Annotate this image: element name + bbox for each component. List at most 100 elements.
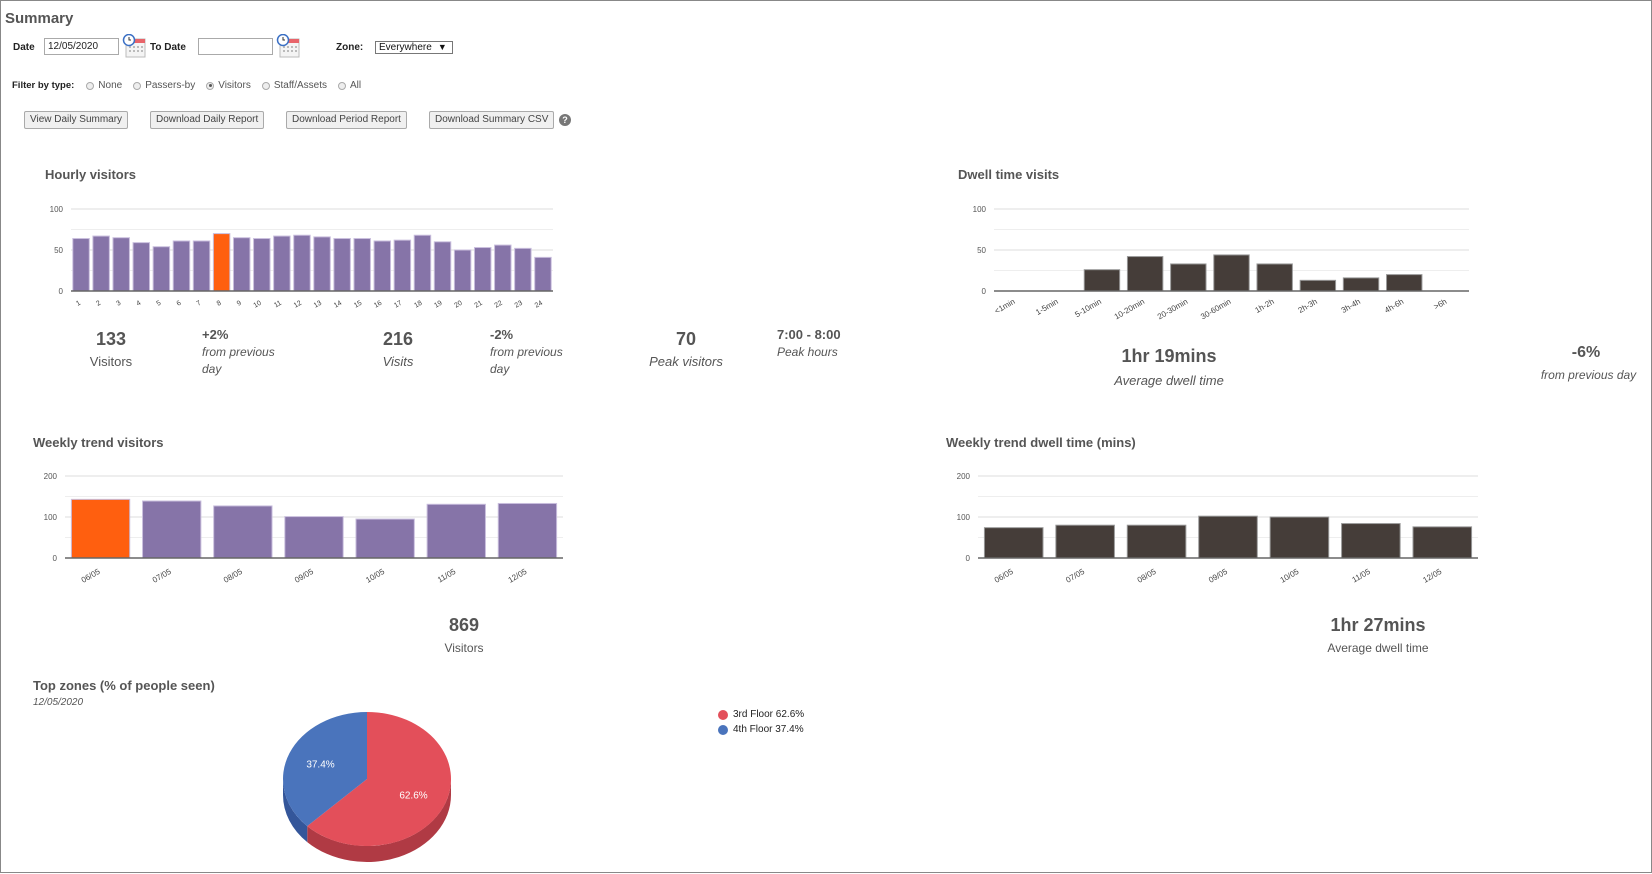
bar-14[interactable]	[333, 238, 351, 292]
weekly-visitors-total-label: Visitors	[444, 641, 484, 655]
legend-label: 3rd Floor 62.6%	[733, 709, 805, 720]
radio-none[interactable]: None	[86, 80, 122, 91]
bar-11[interactable]	[273, 235, 291, 292]
bar-10/05[interactable]	[1269, 516, 1330, 559]
radio-button-icon[interactable]	[338, 81, 347, 90]
peak-visitors-label: Peak visitors	[649, 354, 723, 369]
bar-07/05[interactable]	[1055, 524, 1115, 559]
bar-4[interactable]	[132, 242, 151, 292]
radio-button-selected-icon[interactable]	[206, 81, 215, 90]
calendar-icon[interactable]	[122, 34, 146, 58]
x-tick-label: 10	[253, 300, 263, 310]
bar-30-60min[interactable]	[1213, 254, 1250, 292]
bar-10[interactable]	[253, 238, 271, 292]
bar-4h-6h[interactable]	[1386, 274, 1423, 292]
zone-select-value: Everywhere	[379, 42, 432, 53]
bar-19[interactable]	[433, 241, 452, 292]
legend-item-4th-floor: 4th Floor 37.4%	[718, 722, 804, 737]
bar-7[interactable]	[192, 240, 211, 292]
bar-3h-4h[interactable]	[1342, 277, 1380, 292]
bar-09/05[interactable]	[284, 516, 344, 559]
bar-24[interactable]	[534, 256, 552, 292]
bar-1h-2h[interactable]	[1256, 263, 1293, 292]
x-tick-label: 12/05	[1421, 567, 1443, 585]
x-tick-label: 17	[393, 300, 403, 310]
bar-12[interactable]	[293, 234, 311, 292]
bar-18[interactable]	[413, 234, 432, 292]
x-tick-label: 3h-4h	[1340, 297, 1362, 315]
bar-20[interactable]	[453, 249, 472, 292]
bar-06/05[interactable]	[983, 527, 1044, 559]
bar-22[interactable]	[494, 244, 512, 292]
download-daily-report-button[interactable]: Download Daily Report	[150, 111, 265, 129]
y-tick-label: 0	[59, 287, 64, 296]
bar-8[interactable]	[212, 233, 231, 292]
bar-10-20min[interactable]	[1126, 256, 1164, 292]
bar-12/05[interactable]	[497, 502, 558, 559]
download-summary-csv-button[interactable]: Download Summary CSV	[429, 111, 555, 129]
y-tick-label: 0	[966, 554, 971, 563]
download-period-report-button[interactable]: Download Period Report	[286, 111, 407, 129]
to-date-input[interactable]	[198, 38, 273, 55]
date-input[interactable]	[44, 38, 119, 55]
bar-08/05[interactable]	[1126, 524, 1187, 559]
bar-5-10min[interactable]	[1083, 269, 1121, 292]
top-zones-pie-chart: 62.6% 37.4%	[283, 712, 451, 862]
radio-button-icon[interactable]	[133, 81, 142, 90]
radio-all[interactable]: All	[338, 80, 361, 91]
bar-12/05[interactable]	[1412, 526, 1473, 559]
radio-button-icon[interactable]	[261, 81, 270, 90]
x-tick-label: 2	[95, 300, 102, 308]
x-tick-label: 21	[473, 300, 483, 310]
view-daily-summary-button[interactable]: View Daily Summary	[24, 111, 129, 129]
x-tick-label: 07/05	[1064, 567, 1086, 585]
bar-16[interactable]	[373, 240, 392, 292]
bar-9[interactable]	[232, 237, 251, 292]
x-tick-label: 08/05	[222, 567, 244, 585]
bar-09/05[interactable]	[1198, 515, 1258, 559]
x-tick-label: 15	[353, 300, 363, 310]
filter-type-group: Filter by type: None Passers-by Visitors…	[12, 80, 372, 91]
bar-13[interactable]	[313, 236, 331, 292]
x-tick-label: 10-20min	[1113, 297, 1146, 321]
bar-1[interactable]	[72, 238, 90, 292]
x-tick-label: 7	[196, 300, 203, 308]
bar-17[interactable]	[393, 239, 412, 292]
x-tick-label: 09/05	[293, 567, 315, 585]
hourly-visitors-chart: 0501001 2 3 4 5 6 7 8 9 10 11 12 13 14 15 16 17 18 19 20 21 2…	[50, 205, 553, 310]
bar-11/05[interactable]	[426, 503, 486, 559]
bar-08/05[interactable]	[213, 505, 273, 559]
top-zones-legend: 3rd Floor 62.6% 4th Floor 37.4%	[718, 707, 804, 737]
to-date-label: To Date	[150, 42, 186, 53]
radio-passers-by[interactable]: Passers-by	[133, 80, 195, 91]
bar-5[interactable]	[152, 246, 171, 292]
radio-visitors[interactable]: Visitors	[206, 80, 251, 91]
bar-15[interactable]	[353, 238, 371, 292]
bar-2h-3h[interactable]	[1299, 279, 1337, 292]
bar-20-30min[interactable]	[1170, 263, 1207, 292]
bar-11/05[interactable]	[1341, 523, 1401, 559]
y-tick-label: 0	[982, 287, 987, 296]
y-tick-label: 100	[957, 513, 971, 522]
zone-label: Zone:	[336, 42, 364, 53]
legend-dot-icon	[718, 709, 728, 720]
zone-select[interactable]: Everywhere ▼	[375, 41, 453, 54]
weekly-average-dwell-label: Average dwell time	[1327, 641, 1429, 655]
y-tick-label: 100	[973, 205, 987, 214]
top-zones-date: 12/05/2020	[33, 697, 84, 708]
bar-06/05[interactable]	[70, 498, 131, 559]
bar-10/05[interactable]	[355, 518, 415, 559]
x-tick-label: 4h-6h	[1383, 297, 1405, 315]
visits-count: 216	[382, 329, 414, 349]
bar-3[interactable]	[112, 237, 130, 292]
radio-button-icon[interactable]	[86, 81, 95, 90]
radio-staff-assets[interactable]: Staff/Assets	[261, 80, 327, 91]
help-icon[interactable]: ?	[559, 114, 571, 126]
calendar-icon[interactable]	[276, 34, 300, 58]
bar-23[interactable]	[514, 247, 532, 292]
bar-2[interactable]	[92, 235, 110, 292]
x-tick-label: 09/05	[1207, 567, 1229, 585]
bar-21[interactable]	[473, 247, 492, 292]
bar-07/05[interactable]	[142, 500, 202, 559]
bar-6[interactable]	[172, 240, 191, 292]
